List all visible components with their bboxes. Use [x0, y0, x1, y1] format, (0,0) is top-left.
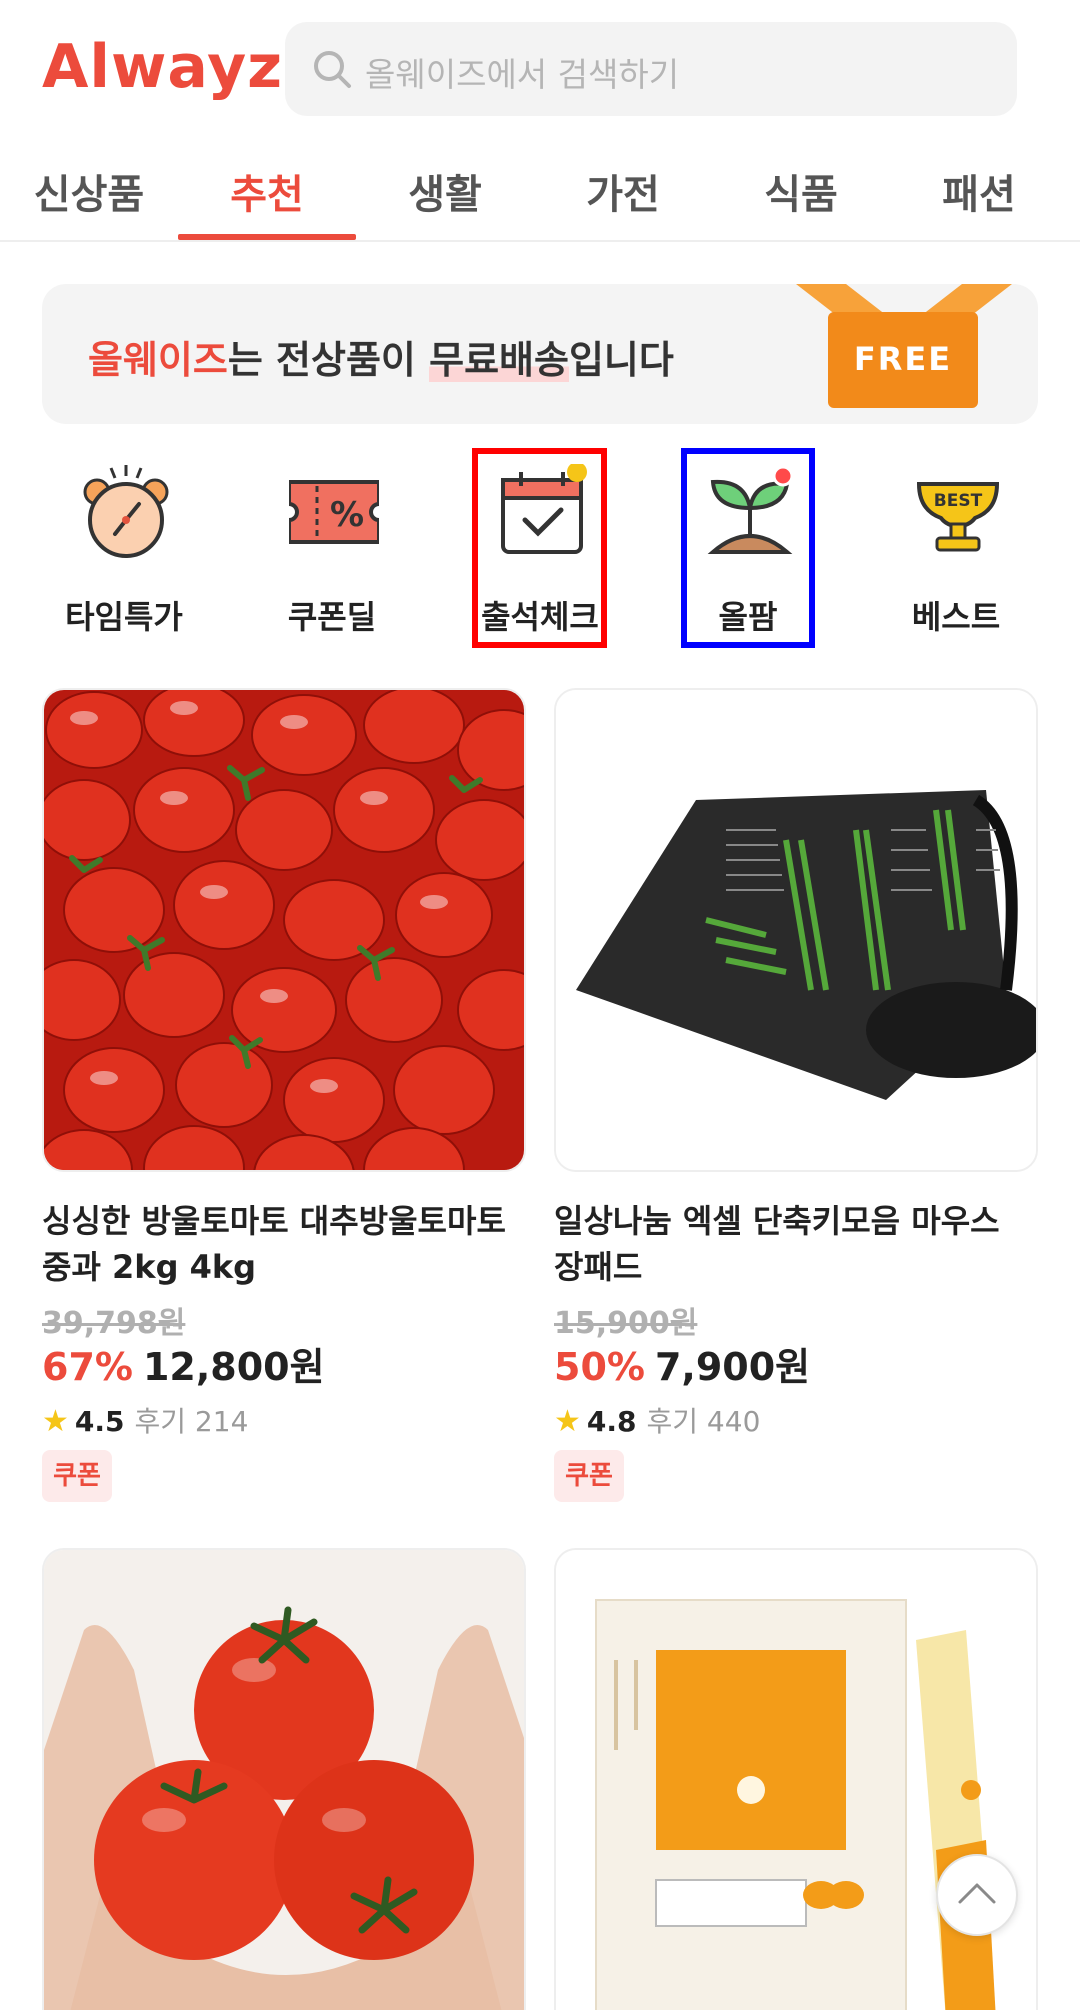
tab-new[interactable]: 신상품	[0, 162, 178, 220]
rating-score: 4.5	[74, 1405, 125, 1438]
coupon-badge: 쿠폰	[554, 1450, 624, 1502]
shortcut-label: 쿠폰딜	[287, 598, 377, 636]
app-logo[interactable]: Alwayz	[42, 32, 283, 102]
header: Alwayz 올웨이즈에서 검색하기	[0, 0, 1080, 140]
highlight-box-blue	[681, 448, 815, 648]
product-title[interactable]: 일상나눔 엑셀 단축키모음 마우스 장패드	[554, 1198, 1038, 1290]
product-title[interactable]: 싱싱한 방울토마토 대추방울토마토 중과 2kg 4kg	[42, 1198, 526, 1290]
svg-text:%: %	[330, 495, 364, 535]
mousepad-image	[556, 690, 1036, 1170]
review-count: 후기 214	[134, 1405, 249, 1438]
product-image-tomatoes-hands[interactable]	[42, 1548, 526, 2010]
best-trophy-icon: BEST	[916, 482, 1000, 552]
price-row: 50% 7,900원	[554, 1336, 810, 1391]
search-bar[interactable]: 올웨이즈에서 검색하기	[285, 22, 1017, 116]
search-icon	[314, 51, 351, 88]
banner-text-a: 는 전상품이	[227, 338, 430, 382]
alarm-clock-icon	[83, 465, 169, 558]
active-tab-indicator	[178, 234, 356, 240]
banner-text: 올웨이즈는 전상품이 무료배송입니다	[88, 329, 674, 384]
rating-row: ★ 4.8 후기 440	[554, 1400, 760, 1440]
search-placeholder: 올웨이즈에서 검색하기	[365, 55, 680, 94]
free-badge-text: FREE	[853, 340, 953, 378]
star-icon: ★	[42, 1404, 69, 1439]
product-image-pumpkin[interactable]	[554, 1548, 1038, 2010]
shortcut-time-deal[interactable]: 타임특가	[21, 448, 227, 648]
highlight-box-red	[472, 448, 607, 648]
shortcut-best[interactable]: BEST 베스트	[853, 448, 1059, 648]
star-icon: ★	[554, 1404, 581, 1439]
free-shipping-banner[interactable]: 올웨이즈는 전상품이 무료배송입니다 FREE	[42, 284, 1038, 424]
banner-highlight: 무료배송	[429, 338, 569, 382]
svg-text:BEST: BEST	[934, 491, 983, 511]
tab-recommended[interactable]: 추천	[178, 162, 356, 220]
coupon-percent-icon: %	[289, 480, 379, 544]
shortcut-label: 타임특가	[65, 598, 183, 636]
scroll-to-top-button[interactable]	[936, 1854, 1018, 1936]
tab-food[interactable]: 식품	[712, 162, 890, 220]
product-image-tomatoes[interactable]	[42, 688, 526, 1172]
tomatoes-image	[44, 690, 524, 1170]
pumpkin-package-image	[556, 1550, 1036, 2010]
price-row: 67% 12,800원	[42, 1336, 325, 1391]
sale-price: 7,900원	[654, 1345, 811, 1389]
shortcut-coupon-deal[interactable]: % 쿠폰딜	[229, 448, 435, 648]
rating-row: ★ 4.5 후기 214	[42, 1400, 248, 1440]
free-box-icon: FREE	[828, 312, 978, 408]
tomatoes-hands-image	[44, 1550, 524, 2010]
tab-appliances[interactable]: 가전	[534, 162, 712, 220]
category-tabs: 신상품 추천 생활 가전 식품 패션	[0, 150, 1080, 242]
tab-fashion[interactable]: 패션	[890, 162, 1068, 220]
product-image-mousepad[interactable]	[554, 688, 1038, 1172]
discount-percent: 50%	[554, 1345, 645, 1389]
review-count: 후기 440	[646, 1405, 761, 1438]
coupon-badge: 쿠폰	[42, 1450, 112, 1502]
banner-text-b: 입니다	[568, 338, 674, 382]
chevron-up-icon	[958, 1883, 996, 1904]
discount-percent: 67%	[42, 1345, 133, 1389]
tab-living[interactable]: 생활	[356, 162, 534, 220]
rating-score: 4.8	[586, 1405, 637, 1438]
sale-price: 12,800원	[142, 1345, 325, 1389]
shortcut-label: 베스트	[911, 598, 1001, 636]
banner-brand: 올웨이즈	[88, 338, 228, 382]
